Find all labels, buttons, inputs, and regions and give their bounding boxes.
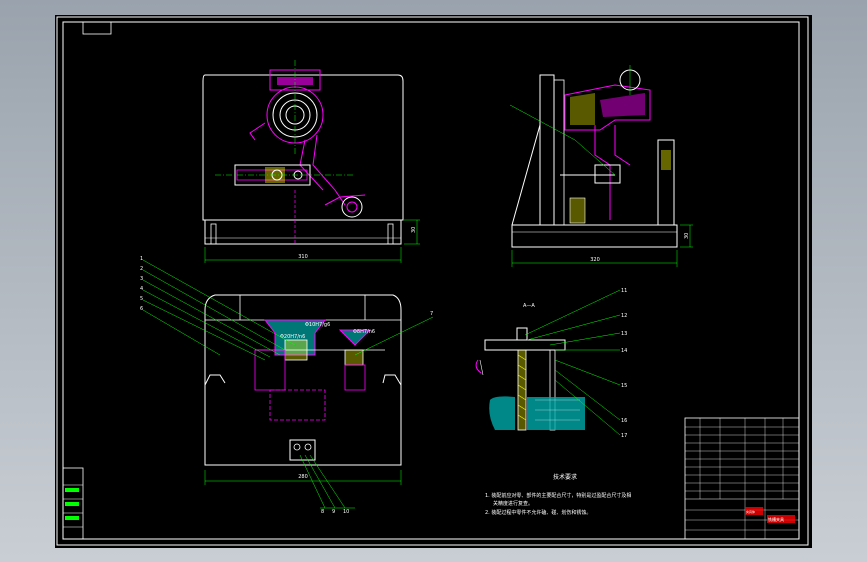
fit-label-2: Φ20H7/n6 xyxy=(280,334,305,340)
section-a-a: A—A xyxy=(475,289,621,436)
notes-line-2: 关精度进行复查。 xyxy=(493,500,533,507)
title-block-tag: 夹具体 xyxy=(746,509,755,514)
balloon-label: 3 xyxy=(140,276,143,282)
balloon-label: 13 xyxy=(621,331,627,337)
notes-line-3: 2. 装配过程中零件不允许磕、碰、划伤和锈蚀。 xyxy=(485,509,591,516)
balloon-label: 8 xyxy=(321,509,324,515)
balloon-label: 17 xyxy=(621,433,627,439)
balloon-label: 9 xyxy=(332,509,335,515)
inner-frame xyxy=(62,21,800,540)
front-view: 310 30 xyxy=(202,60,420,263)
balloon-label: 15 xyxy=(621,383,627,389)
balloon-label: 2 xyxy=(140,266,143,272)
outer-frame xyxy=(56,16,809,546)
balloon-label: 14 xyxy=(621,348,627,354)
fit-label-1: Φ10H7/g6 xyxy=(305,322,330,328)
top-view: Φ10H7/g6 Φ20H7/n6 Φ8H7/n6 280 xyxy=(142,259,434,509)
notes-heading: 技术要求 xyxy=(553,473,577,481)
side-view: 320 30 xyxy=(509,65,693,267)
frame-tab xyxy=(82,21,112,35)
cad-viewport[interactable]: 310 30 320 30 Φ10H7/g6 Φ20H7/n6 Φ8H7/n6 … xyxy=(55,15,812,548)
balloon-label: 11 xyxy=(621,288,627,294)
notes-line-1: 1. 装配前应对零、部件的主要配合尺寸，特别是过盈配合尺寸及相 xyxy=(485,492,631,499)
balloon-label: 10 xyxy=(343,509,349,515)
balloon-label: 1 xyxy=(140,256,143,262)
balloon-label: 7 xyxy=(430,311,433,317)
side-width-dim: 320 xyxy=(590,257,600,263)
top-width-dim: 280 xyxy=(298,474,308,480)
side-height-dim: 30 xyxy=(684,233,690,239)
section-label: A—A xyxy=(523,303,535,309)
balloon-label: 5 xyxy=(140,296,143,302)
balloon-label: 16 xyxy=(621,418,627,424)
title-block[interactable]: 夹具体 铣槽夹具 xyxy=(684,417,800,540)
balloon-label: 12 xyxy=(621,313,627,319)
technical-notes: 技术要求 1. 装配前应对零、部件的主要配合尺寸，特别是过盈配合尺寸及相 关精度… xyxy=(485,473,631,516)
front-height-dim: 30 xyxy=(411,227,417,233)
left-strip xyxy=(62,467,84,540)
fit-label-3: Φ8H7/n6 xyxy=(353,329,375,335)
front-width-dim: 310 xyxy=(298,254,308,260)
assembly-drawing: 310 30 320 30 Φ10H7/g6 Φ20H7/n6 Φ8H7/n6 … xyxy=(56,16,809,546)
balloon-label: 6 xyxy=(140,306,143,312)
title-block-name: 铣槽夹具 xyxy=(768,516,784,522)
balloon-label: 4 xyxy=(140,286,143,292)
